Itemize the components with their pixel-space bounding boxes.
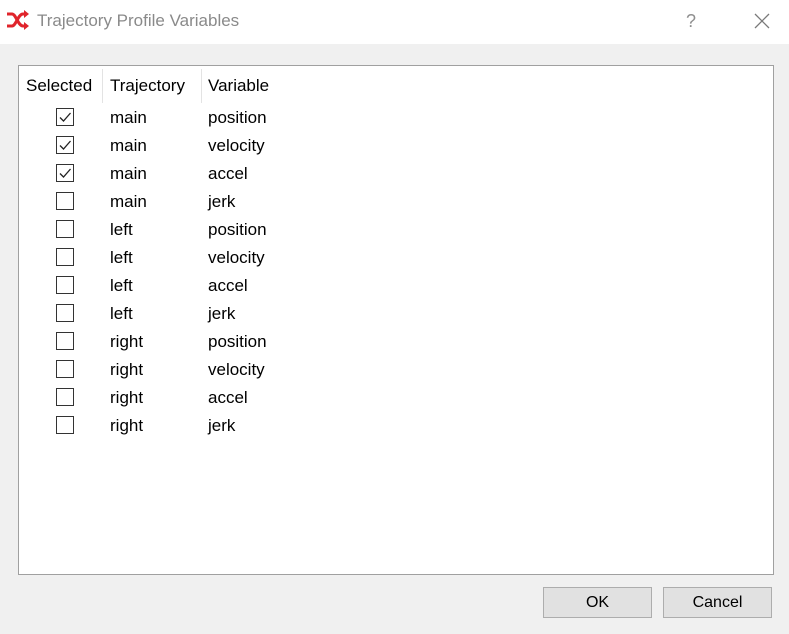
variable-cell: accel [208, 276, 248, 295]
table-row[interactable]: left accel [19, 272, 773, 300]
variable-cell: jerk [208, 192, 236, 211]
table-row[interactable]: main accel [19, 160, 773, 188]
column-header-trajectory[interactable]: Trajectory [110, 66, 185, 102]
table-row[interactable]: left position [19, 216, 773, 244]
trajectory-cell: left [110, 248, 133, 267]
selected-checkbox[interactable] [56, 388, 74, 406]
table-row[interactable]: right jerk [19, 412, 773, 440]
table-row[interactable]: right velocity [19, 356, 773, 384]
table-row[interactable]: main jerk [19, 188, 773, 216]
checkmark-icon [59, 140, 71, 150]
selected-checkbox[interactable] [56, 360, 74, 378]
trajectory-cell: right [110, 416, 144, 435]
close-icon [754, 13, 770, 29]
selected-checkbox[interactable] [56, 192, 74, 210]
variable-cell: accel [208, 388, 248, 407]
selected-checkbox[interactable] [56, 108, 74, 126]
variable-cell: position [208, 108, 267, 127]
column-divider[interactable] [201, 69, 202, 103]
table-row[interactable]: right accel [19, 384, 773, 412]
trajectory-cell: main [110, 192, 147, 211]
checkmark-icon [59, 112, 71, 122]
shuffle-icon [7, 10, 29, 30]
table-body: main position main velocity main accel m… [19, 104, 773, 440]
variables-table: Selected Trajectory Variable main positi… [18, 65, 774, 575]
variable-cell: position [208, 220, 267, 239]
trajectory-cell: main [110, 136, 147, 155]
trajectory-cell: right [110, 360, 144, 379]
table-row[interactable]: main position [19, 104, 773, 132]
cancel-button[interactable]: Cancel [663, 587, 772, 618]
selected-checkbox[interactable] [56, 136, 74, 154]
table-row[interactable]: right position [19, 328, 773, 356]
variable-cell: position [208, 332, 267, 351]
column-divider[interactable] [102, 69, 103, 103]
table-row[interactable]: main velocity [19, 132, 773, 160]
close-button[interactable] [747, 8, 777, 34]
trajectory-cell: main [110, 108, 147, 127]
help-button[interactable]: ? [676, 8, 706, 34]
selected-checkbox[interactable] [56, 248, 74, 266]
trajectory-cell: left [110, 304, 133, 323]
trajectory-cell: left [110, 276, 133, 295]
variable-cell: velocity [208, 360, 265, 379]
trajectory-cell: left [110, 220, 133, 239]
title-bar: Trajectory Profile Variables ? [0, 0, 789, 44]
ok-button[interactable]: OK [543, 587, 652, 618]
selected-checkbox[interactable] [56, 416, 74, 434]
table-header: Selected Trajectory Variable [19, 66, 773, 103]
checkmark-icon [59, 168, 71, 178]
selected-checkbox[interactable] [56, 332, 74, 350]
table-row[interactable]: left jerk [19, 300, 773, 328]
variable-cell: velocity [208, 136, 265, 155]
selected-checkbox[interactable] [56, 304, 74, 322]
variable-cell: jerk [208, 416, 236, 435]
trajectory-cell: right [110, 332, 144, 351]
column-header-variable[interactable]: Variable [208, 66, 269, 102]
variable-cell: accel [208, 164, 248, 183]
window-title: Trajectory Profile Variables [37, 11, 240, 30]
trajectory-cell: right [110, 388, 144, 407]
column-header-selected[interactable]: Selected [26, 66, 92, 102]
table-row[interactable]: left velocity [19, 244, 773, 272]
variable-cell: velocity [208, 248, 265, 267]
selected-checkbox[interactable] [56, 164, 74, 182]
selected-checkbox[interactable] [56, 220, 74, 238]
selected-checkbox[interactable] [56, 276, 74, 294]
trajectory-cell: main [110, 164, 147, 183]
variable-cell: jerk [208, 304, 236, 323]
